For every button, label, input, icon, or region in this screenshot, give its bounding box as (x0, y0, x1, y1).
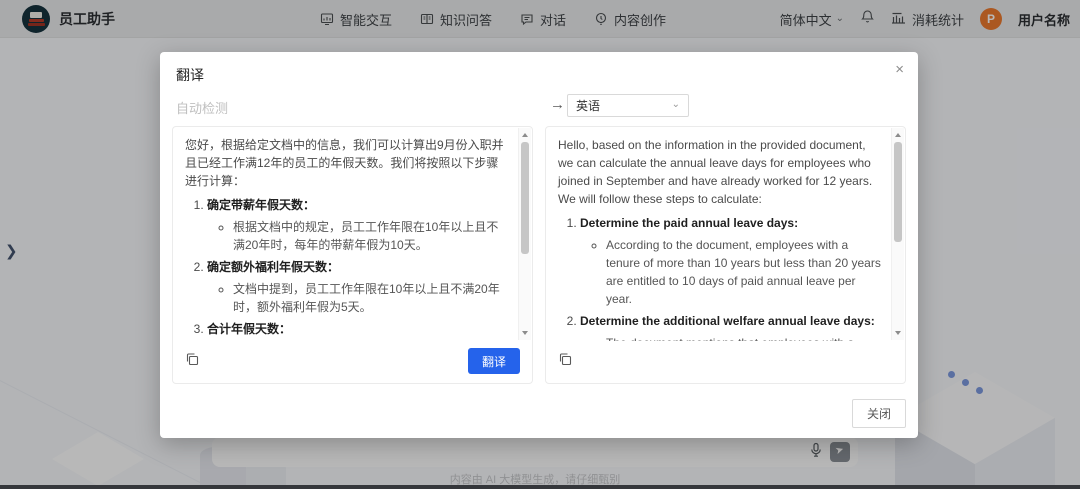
translated-intro: Hello, based on the information in the p… (558, 136, 881, 208)
close-button[interactable]: 关闭 (852, 399, 906, 428)
source-steps-list: 确定带薪年假天数： 根据文档中的规定，员工工作年限在10年以上且不满20年时，每… (185, 196, 508, 341)
list-item: 合计年假天数： 将带薪年假天数和额外福利年假天数相加，得到总的年假天数。 (207, 320, 508, 341)
chevron-down-icon: ⌄ (672, 99, 680, 110)
step-title: 确定带薪年假天数： (207, 198, 315, 212)
arrow-right-icon: → (550, 96, 565, 113)
scrollbar[interactable] (891, 128, 904, 340)
step-title: 确定额外福利年假天数： (207, 260, 339, 274)
translation-panels: 您好，根据给定文档中的信息，我们可以计算出9月份入职并且已经工作满12年的员工的… (172, 126, 906, 384)
step-title: Determine the additional welfare annual … (580, 314, 875, 328)
list-item: 确定额外福利年假天数： 文档中提到，员工工作年限在10年以上且不满20年时，额外… (207, 258, 508, 316)
translation-modal: 翻译 × 自动检测 → 英语 ⌄ 您好，根据给定文档中的信息，我们可以计算出9月… (160, 52, 918, 438)
translate-button[interactable]: 翻译 (468, 348, 520, 374)
step-title: Determine the paid annual leave days: (580, 216, 798, 230)
scrollbar-thumb[interactable] (894, 142, 902, 242)
source-intro: 您好，根据给定文档中的信息，我们可以计算出9月份入职并且已经工作满12年的员工的… (185, 136, 508, 190)
step-detail: 文档中提到，员工工作年限在10年以上且不满20年时，额外福利年假为5天。 (233, 280, 508, 316)
translated-text-area[interactable]: Hello, based on the information in the p… (546, 127, 905, 341)
source-text-panel: 您好，根据给定文档中的信息，我们可以计算出9月份入职并且已经工作满12年的员工的… (172, 126, 533, 384)
list-item: Determine the additional welfare annual … (580, 312, 881, 341)
scroll-up-icon[interactable] (895, 133, 901, 137)
step-title: 合计年假天数： (207, 322, 291, 336)
step-detail: According to the document, employees wit… (606, 236, 881, 308)
translated-text-panel: Hello, based on the information in the p… (545, 126, 906, 384)
target-language-select[interactable]: 英语 ⌄ (567, 94, 689, 117)
target-language-value: 英语 (576, 97, 600, 114)
translated-panel-footer (558, 347, 893, 375)
close-icon[interactable]: × (895, 62, 904, 77)
language-row: 自动检测 → 英语 ⌄ (176, 94, 902, 118)
translated-steps-list: Determine the paid annual leave days: Ac… (558, 214, 881, 341)
copy-icon[interactable] (558, 352, 572, 371)
source-panel-footer: 翻译 (185, 347, 520, 375)
source-text-area[interactable]: 您好，根据给定文档中的信息，我们可以计算出9月份入职并且已经工作满12年的员工的… (173, 127, 532, 341)
source-language-label: 自动检测 (176, 98, 228, 117)
app-window: 员工助手 智能交互 知识问答 (0, 0, 1080, 489)
scrollbar[interactable] (518, 128, 531, 340)
scrollbar-thumb[interactable] (521, 142, 529, 254)
modal-title: 翻译 (176, 65, 204, 85)
step-detail: The document mentions that employees wit… (606, 334, 881, 341)
scroll-up-icon[interactable] (522, 133, 528, 137)
list-item: 确定带薪年假天数： 根据文档中的规定，员工工作年限在10年以上且不满20年时，每… (207, 196, 508, 254)
scroll-down-icon[interactable] (895, 331, 901, 335)
list-item: Determine the paid annual leave days: Ac… (580, 214, 881, 308)
step-detail: 根据文档中的规定，员工工作年限在10年以上且不满20年时，每年的带薪年假为10天… (233, 218, 508, 254)
scroll-down-icon[interactable] (522, 331, 528, 335)
copy-icon[interactable] (185, 352, 199, 371)
